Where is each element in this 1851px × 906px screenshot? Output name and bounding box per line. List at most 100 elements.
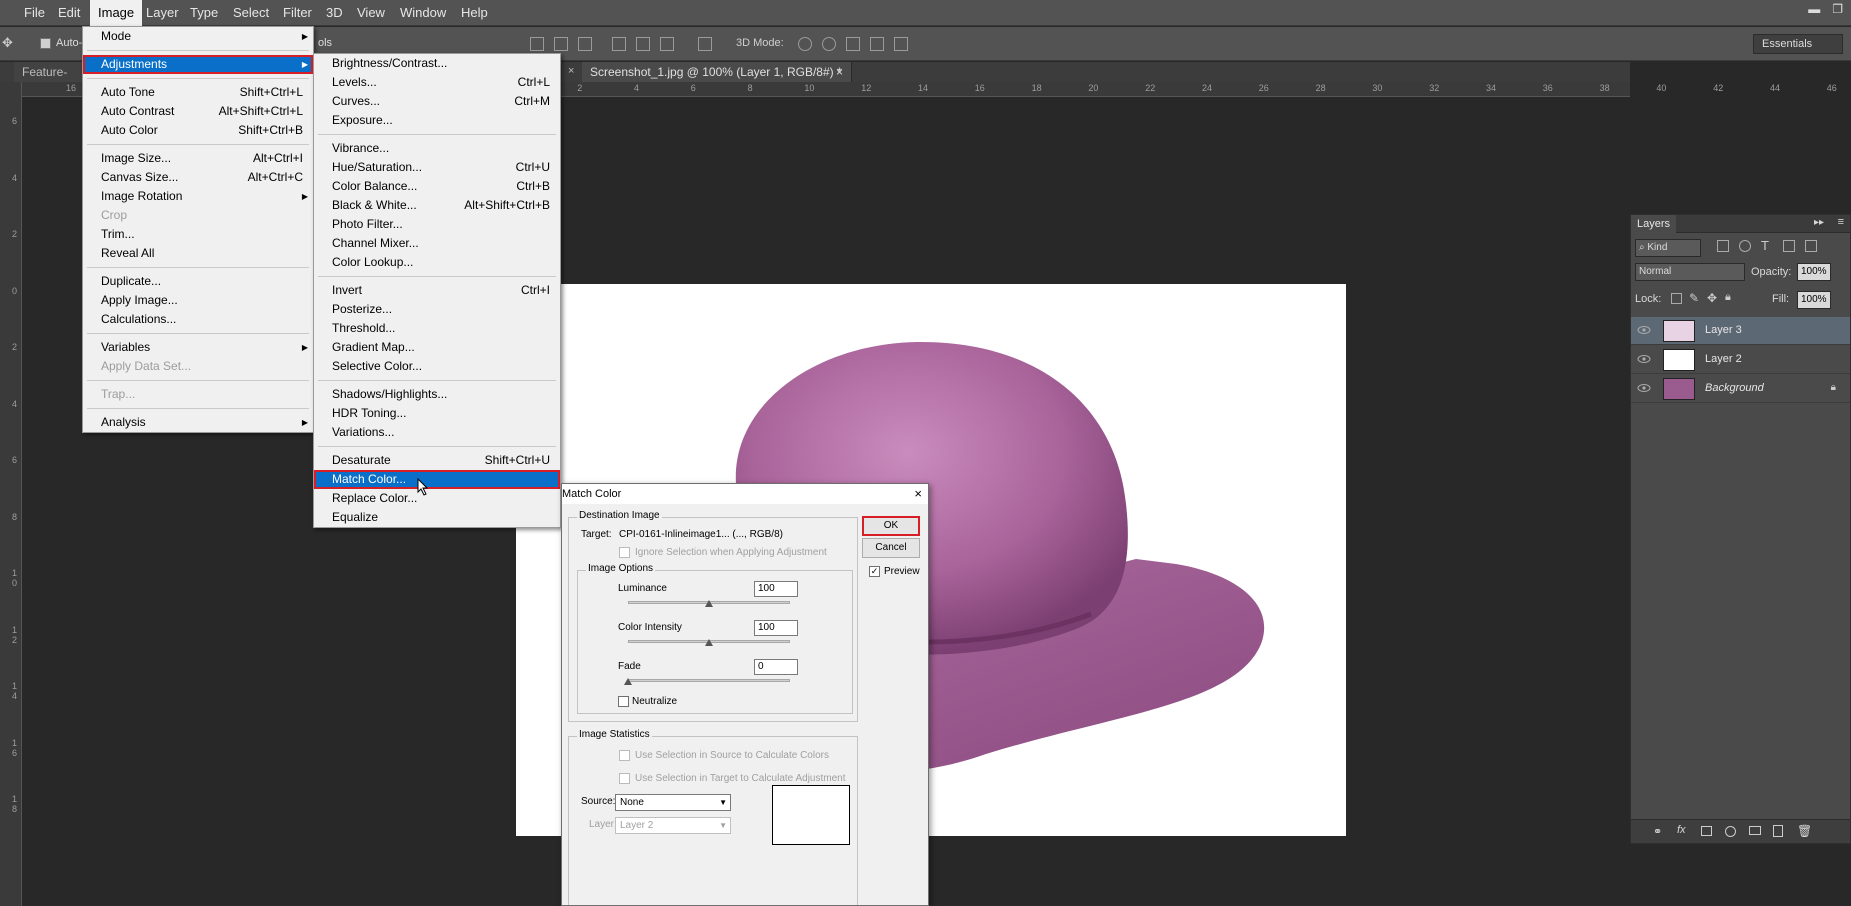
layer-row[interactable]: Layer 3 <box>1631 317 1850 345</box>
source-select[interactable]: None ▼ <box>615 794 731 811</box>
opacity-field[interactable]: 100% <box>1797 263 1831 281</box>
layer-row[interactable]: Layer 2 <box>1631 346 1850 374</box>
menu-item-canvas-size[interactable]: Canvas Size... Alt+Ctrl+C <box>83 168 313 187</box>
menu-select[interactable]: Select <box>225 0 277 26</box>
menu-item-image-rotation[interactable]: Image Rotation ▶ <box>83 187 313 206</box>
menu-edit[interactable]: Edit <box>50 0 88 26</box>
color-intensity-input[interactable]: 100 <box>754 620 798 636</box>
menu-item-levels[interactable]: Levels... Ctrl+L <box>314 73 560 92</box>
menu-image[interactable]: Image <box>90 0 143 26</box>
menu-layer[interactable]: Layer <box>138 0 187 26</box>
menu-item-analysis[interactable]: Analysis ▶ <box>83 413 313 432</box>
distribute-middle-icon[interactable] <box>636 37 650 51</box>
menu-item-invert[interactable]: Invert Ctrl+I <box>314 281 560 300</box>
close-tab-icon[interactable]: × <box>568 65 574 77</box>
menu-item-trim[interactable]: Trim... <box>83 225 313 244</box>
menu-item-hue-saturation[interactable]: Hue/Saturation... Ctrl+U <box>314 158 560 177</box>
collapse-icon[interactable]: ▸▸ <box>1814 217 1824 228</box>
filter-pixel-icon[interactable] <box>1717 240 1729 252</box>
eye-icon[interactable] <box>1637 383 1651 393</box>
luminance-slider-handle[interactable] <box>705 600 713 607</box>
lock-image-icon[interactable]: ✎ <box>1689 291 1699 305</box>
menu-item-black-white[interactable]: Black & White... Alt+Shift+Ctrl+B <box>314 196 560 215</box>
delete-layer-icon[interactable]: 🗑︎ <box>1797 824 1812 838</box>
fade-input[interactable]: 0 <box>754 659 798 675</box>
filter-type-icon[interactable]: T <box>1761 238 1769 253</box>
filter-kind-select[interactable]: ⌕ Kind <box>1635 239 1701 257</box>
tab-feature-image[interactable]: Feature-ima <box>14 62 84 99</box>
filter-shape-icon[interactable] <box>1783 240 1795 252</box>
menu-item-auto-tone[interactable]: Auto Tone Shift+Ctrl+L <box>83 83 313 102</box>
eye-icon[interactable] <box>1637 325 1651 335</box>
menu-item-shadows-highlights[interactable]: Shadows/Highlights... <box>314 385 560 404</box>
distribute-bottom-icon[interactable] <box>660 37 674 51</box>
lock-pixels-icon[interactable] <box>1671 293 1682 304</box>
filter-adjust-icon[interactable] <box>1739 240 1751 252</box>
align-bottom-icon[interactable] <box>578 37 592 51</box>
menu-filter[interactable]: Filter <box>275 0 320 26</box>
menu-item-brightness-contrast[interactable]: Brightness/Contrast... <box>314 54 560 73</box>
fade-slider-handle[interactable] <box>624 678 632 685</box>
3d-roll-icon[interactable] <box>822 37 836 51</box>
filter-smart-icon[interactable] <box>1805 240 1817 252</box>
menu-item-adjustments[interactable]: Adjustments ▶ <box>83 55 313 74</box>
menu-item-calculations[interactable]: Calculations... <box>83 310 313 329</box>
menu-item-photo-filter[interactable]: Photo Filter... <box>314 215 560 234</box>
layer-select[interactable]: Layer 2 ▼ <box>615 817 731 834</box>
menu-item-mode[interactable]: Mode ▶ <box>83 27 313 46</box>
menu-item-image-size[interactable]: Image Size... Alt+Ctrl+I <box>83 149 313 168</box>
menu-item-channel-mixer[interactable]: Channel Mixer... <box>314 234 560 253</box>
fill-field[interactable]: 100% <box>1797 291 1831 309</box>
menu-item-exposure[interactable]: Exposure... <box>314 111 560 130</box>
menu-item-gradient-map[interactable]: Gradient Map... <box>314 338 560 357</box>
menu-item-replace-color[interactable]: Replace Color... <box>314 489 560 508</box>
distribute-top-icon[interactable] <box>612 37 626 51</box>
menu-item-variations[interactable]: Variations... <box>314 423 560 442</box>
menu-file[interactable]: File <box>16 0 53 26</box>
menu-window[interactable]: Window <box>392 0 454 26</box>
3d-drag-icon[interactable] <box>846 37 860 51</box>
menu-item-auto-color[interactable]: Auto Color Shift+Ctrl+B <box>83 121 313 140</box>
color-intensity-slider-handle[interactable] <box>705 639 713 646</box>
move-tool-icon[interactable]: ✥ <box>2 35 13 51</box>
layer-style-icon[interactable]: fx <box>1677 824 1686 836</box>
workspace-switcher[interactable]: Essentials <box>1753 34 1843 54</box>
tab-screenshot[interactable]: Screenshot_1.jpg @ 100% (Layer 1, RGB/8#… <box>582 62 852 82</box>
menu-item-vibrance[interactable]: Vibrance... <box>314 139 560 158</box>
auto-select-checkbox[interactable] <box>40 38 51 49</box>
use-source-selection-checkbox[interactable] <box>619 750 630 761</box>
neutralize-checkbox[interactable] <box>618 696 629 707</box>
luminance-input[interactable]: 100 <box>754 581 798 597</box>
close-icon[interactable]: × <box>914 486 922 501</box>
menu-item-auto-contrast[interactable]: Auto Contrast Alt+Shift+Ctrl+L <box>83 102 313 121</box>
menu-item-match-color[interactable]: Match Color... <box>314 470 560 489</box>
menu-item-hdr-toning[interactable]: HDR Toning... <box>314 404 560 423</box>
menu-item-variables[interactable]: Variables ▶ <box>83 338 313 357</box>
menu-item-selective-color[interactable]: Selective Color... <box>314 357 560 376</box>
align-top-icon[interactable] <box>530 37 544 51</box>
lock-position-icon[interactable]: ✥ <box>1707 291 1717 305</box>
ignore-selection-checkbox[interactable] <box>619 547 630 558</box>
new-layer-icon[interactable] <box>1773 825 1783 837</box>
close-tab-icon[interactable]: × <box>836 62 843 82</box>
eye-icon[interactable] <box>1637 354 1651 364</box>
new-group-icon[interactable] <box>1749 826 1761 835</box>
menu-item-posterize[interactable]: Posterize... <box>314 300 560 319</box>
3d-slide-icon[interactable] <box>870 37 884 51</box>
panel-menu-icon[interactable]: ≡ <box>1838 216 1844 228</box>
menu-item-desaturate[interactable]: Desaturate Shift+Ctrl+U <box>314 451 560 470</box>
ok-button[interactable]: OK <box>862 516 920 536</box>
menu-item-apply-image[interactable]: Apply Image... <box>83 291 313 310</box>
align-middle-icon[interactable] <box>554 37 568 51</box>
adjustment-layer-icon[interactable] <box>1725 826 1736 837</box>
layer-row[interactable]: Background 🔒︎ <box>1631 375 1850 403</box>
menu-type[interactable]: Type <box>182 0 226 26</box>
fade-slider[interactable] <box>628 679 790 682</box>
minimize-icon[interactable]: ▬ <box>1808 2 1820 16</box>
menu-view[interactable]: View <box>349 0 393 26</box>
menu-item-equalize[interactable]: Equalize <box>314 508 560 527</box>
restore-icon[interactable]: ❐ <box>1832 2 1843 16</box>
3d-rotate-icon[interactable] <box>798 37 812 51</box>
menu-item-threshold[interactable]: Threshold... <box>314 319 560 338</box>
preview-checkbox[interactable]: ✓ <box>869 566 880 577</box>
